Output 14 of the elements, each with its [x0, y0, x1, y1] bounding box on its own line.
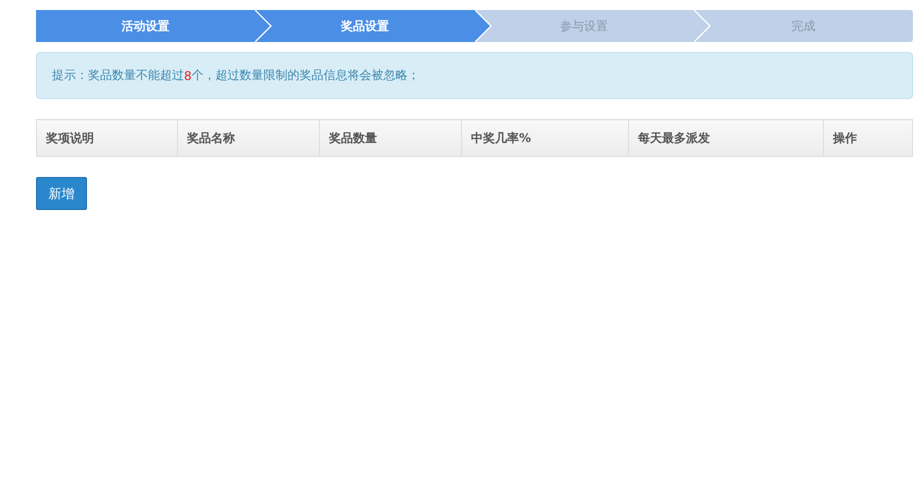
step-tab[interactable]: 参与设置	[474, 10, 694, 42]
column-header: 奖品数量	[320, 120, 462, 156]
column-header: 奖品名称	[178, 120, 320, 156]
chevron-icon	[694, 10, 712, 42]
chevron-icon	[474, 10, 492, 42]
notice-text: 提示：奖品数量不能超过8个，超过数量限制的奖品信息将会被忽略；	[36, 52, 913, 99]
column-header: 奖项说明	[36, 120, 178, 156]
column-header: 每天最多派发	[628, 120, 824, 156]
step-tab[interactable]: 完成	[694, 10, 913, 42]
column-header: 中奖几率%	[462, 120, 628, 156]
add-button[interactable]: 新增	[36, 177, 87, 210]
chevron-icon	[255, 10, 274, 42]
step-tab[interactable]: 活动设置	[36, 10, 256, 42]
column-header: 操作	[824, 120, 912, 156]
